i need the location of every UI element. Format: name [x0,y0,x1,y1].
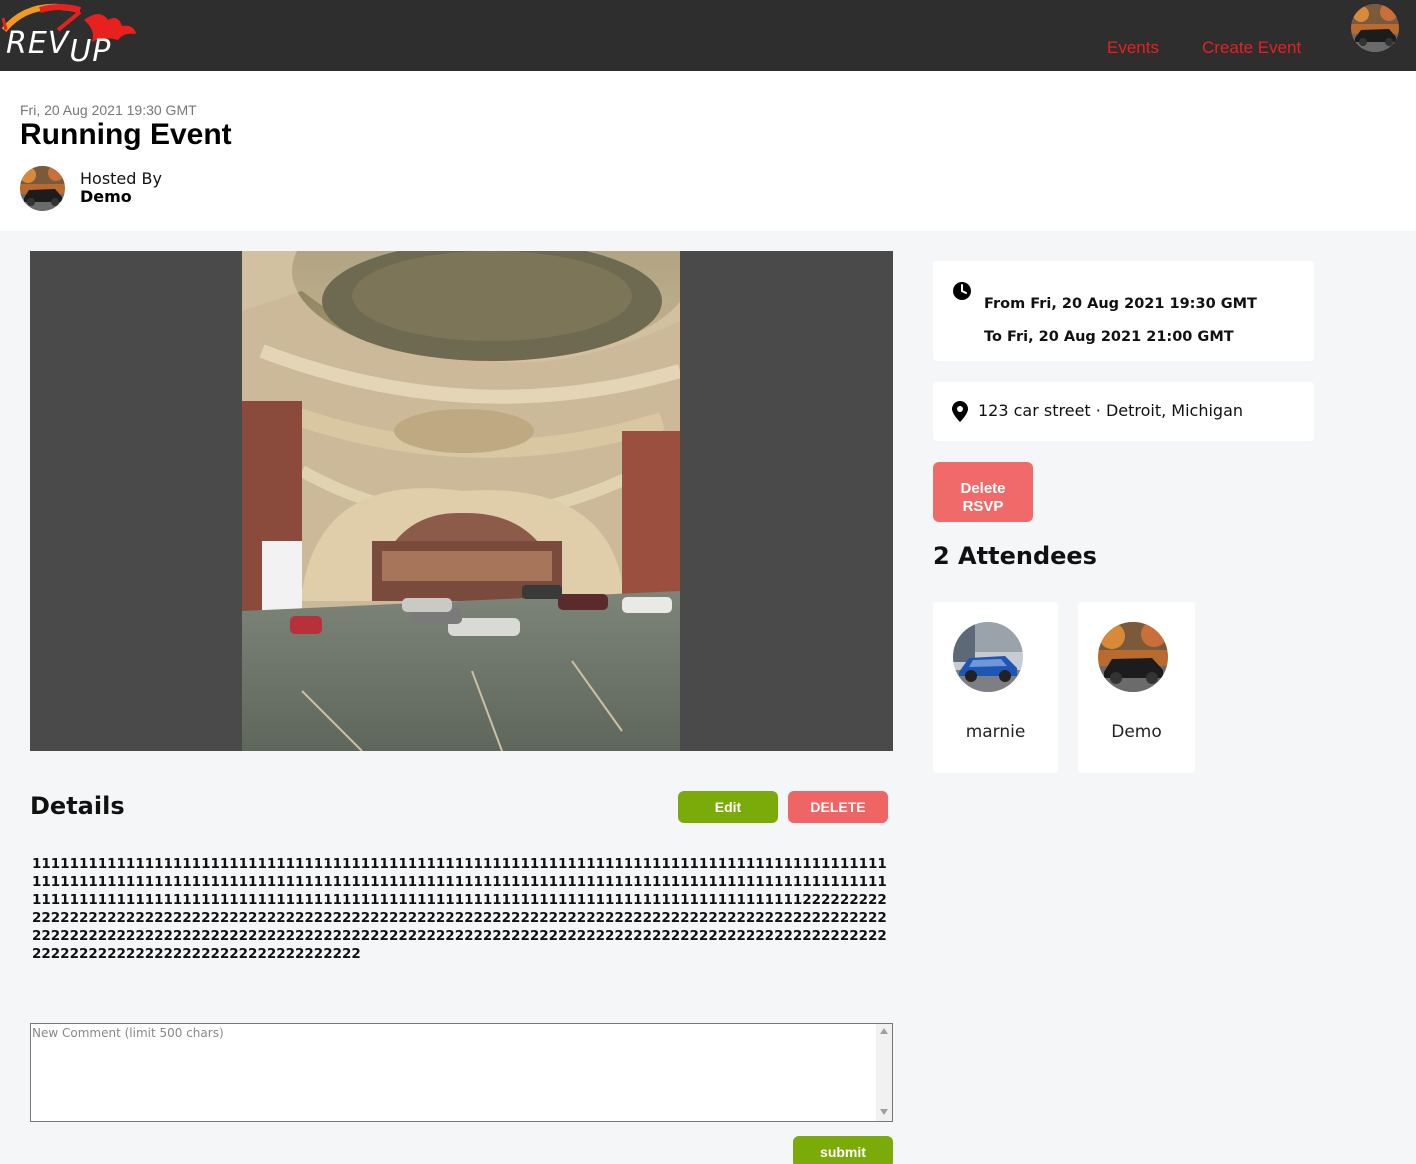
delete-event-button[interactable]: DELETE [788,791,888,823]
attendee-avatar[interactable] [1098,622,1168,692]
scroll-down-arrow-icon[interactable] [880,1109,888,1115]
attendee-card[interactable]: Demo [1078,602,1195,773]
navbar: REVUP Events Create Event [0,0,1416,71]
event-header: Fri, 20 Aug 2021 19:30 GMT Running Event… [0,71,1416,231]
attendee-avatar[interactable] [953,622,1023,692]
hosted-by-label: Hosted By [80,169,162,188]
attendee-card[interactable]: marnie [933,602,1058,773]
event-date: Fri, 20 Aug 2021 19:30 GMT [20,102,197,118]
details-text: 1111111111111111111111111111111111111111… [32,856,887,962]
attendees-heading: 2 Attendees [933,542,1097,570]
clock-icon [953,282,971,300]
event-time-card: From Fri, 20 Aug 2021 19:30 GMT To Fri, … [933,261,1314,361]
scroll-up-arrow-icon[interactable] [880,1028,888,1034]
event-title: Running Event [20,118,232,151]
attendee-name[interactable]: marnie [933,722,1058,742]
event-end-time: To Fri, 20 Aug 2021 21:00 GMT [984,329,1234,345]
nav-link-create-event[interactable]: Create Event [1202,38,1301,58]
user-avatar[interactable] [1351,4,1399,52]
map-pin-icon [952,401,968,422]
event-location: 123 car street · Detroit, Michigan [978,401,1244,420]
delete-rsvp-button[interactable]: Delete RSVP [933,462,1033,522]
revup-logo[interactable]: REVUP [0,0,140,70]
attendee-name[interactable]: Demo [1078,722,1195,742]
event-location-card: 123 car street · Detroit, Michigan [933,382,1314,441]
event-image-frame [30,251,893,751]
event-start-time: From Fri, 20 Aug 2021 19:30 GMT [984,296,1257,312]
comment-input[interactable] [30,1023,893,1122]
event-image [242,251,680,751]
host-avatar[interactable] [20,166,65,211]
details-heading: Details [30,792,125,820]
submit-comment-button[interactable]: submit [793,1136,893,1164]
comment-scrollbar[interactable] [876,1024,892,1121]
edit-button[interactable]: Edit [678,791,778,823]
host-name[interactable]: Demo [80,187,132,206]
nav-link-events[interactable]: Events [1107,38,1159,58]
